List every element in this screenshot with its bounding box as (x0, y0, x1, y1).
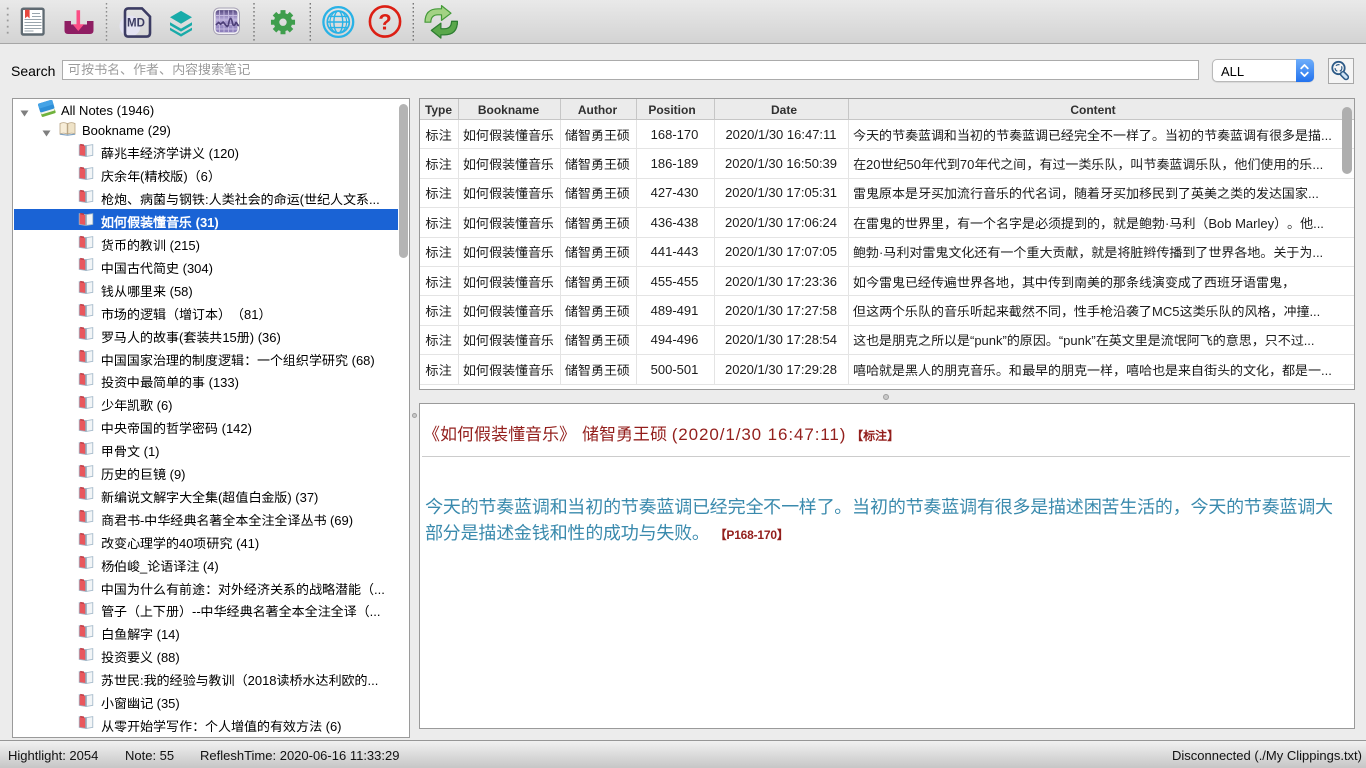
svg-text:MD: MD (127, 18, 145, 30)
svg-text:?: ? (378, 10, 391, 35)
